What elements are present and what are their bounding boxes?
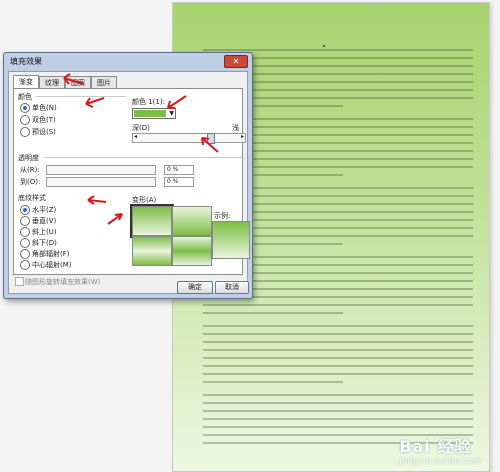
- colors-group-label: 颜色: [18, 93, 32, 101]
- transparency-from-spinner[interactable]: 0 %: [164, 165, 194, 175]
- chevron-right-icon: ▸: [240, 133, 244, 140]
- cancel-button[interactable]: 取消: [215, 281, 249, 294]
- transparency-from-label: 从(R):: [20, 166, 40, 174]
- one-color-radio[interactable]: [20, 103, 30, 113]
- light-label: 浅: [232, 124, 239, 132]
- dark-label: 深(D): [132, 124, 150, 132]
- transparency-from-slider[interactable]: [46, 165, 156, 175]
- variant-2[interactable]: [172, 206, 212, 236]
- document-text-line: [203, 349, 473, 351]
- watermark-url: jingyan.baidu.com: [399, 457, 481, 465]
- variant-1[interactable]: [130, 204, 174, 238]
- shading-center-radio[interactable]: [20, 260, 30, 270]
- chevron-left-icon: ◂: [134, 133, 138, 140]
- close-button[interactable]: ✕: [224, 55, 248, 68]
- shading-center-label: 中心辐射(M): [32, 261, 72, 269]
- variant-4[interactable]: [172, 236, 212, 266]
- chevron-down-icon: ▼: [169, 110, 174, 117]
- brightness-slider[interactable]: ◂ ▸: [132, 133, 246, 144]
- dialog-body: 渐变 纹理 图案 图片 颜色 单色(N) 双色(T) 预设(S) 颜色 1(1)…: [8, 71, 250, 294]
- ok-button[interactable]: 确定: [177, 281, 213, 294]
- transparency-to-slider[interactable]: [46, 177, 156, 187]
- document-text-line: [203, 402, 473, 404]
- shading-diag-down-radio[interactable]: [20, 238, 30, 248]
- document-text-line: [203, 312, 343, 314]
- transparency-to-label: 到(O):: [20, 178, 41, 186]
- sample-label: 示例:: [214, 212, 231, 220]
- page-marker: [323, 45, 325, 47]
- variants-label: 变形(A): [132, 196, 157, 204]
- shading-diag-down-label: 斜下(D): [32, 239, 57, 247]
- watermark-text: Bai 经验: [399, 437, 472, 456]
- preset-label: 预设(S): [32, 128, 56, 136]
- document-text-line: [203, 426, 473, 428]
- shading-vertical-radio[interactable]: [20, 216, 30, 226]
- tab-gradient[interactable]: 渐变: [13, 75, 39, 89]
- color1-label: 颜色 1(1):: [132, 98, 165, 106]
- fill-effects-dialog: 填充效果 ✕ 渐变 纹理 图案 图片 颜色 单色(N) 双色(T) 预设(S) …: [3, 52, 253, 299]
- document-text-line: [203, 304, 473, 306]
- shading-corner-label: 角部辐射(F): [32, 250, 70, 258]
- two-colors-radio[interactable]: [20, 115, 30, 125]
- rotate-with-shape-label: 随图形旋转填充效果(W): [25, 278, 101, 286]
- color1-swatch: [134, 110, 166, 117]
- preset-radio[interactable]: [20, 127, 30, 137]
- shading-horizontal-label: 水平(Z): [32, 206, 57, 214]
- rotate-with-shape-checkbox[interactable]: [15, 277, 24, 286]
- transparency-group-label: 透明度: [18, 154, 39, 162]
- transparency-group-divider: [44, 157, 244, 158]
- document-text-line: [203, 418, 473, 420]
- document-text-line: [203, 381, 343, 383]
- transparency-to-spinner[interactable]: 0 %: [164, 177, 194, 187]
- gradient-panel: 颜色 单色(N) 双色(T) 预设(S) 颜色 1(1): ▼ 深(D) 浅 ◂…: [13, 88, 250, 275]
- two-colors-label: 双色(T): [32, 116, 56, 124]
- document-text-line: [203, 341, 473, 343]
- document-text-line: [203, 357, 473, 359]
- document-text-line: [203, 373, 473, 375]
- document-text-line: [203, 325, 473, 327]
- document-text-line: [203, 49, 473, 51]
- document-text-line: [203, 333, 473, 335]
- dialog-titlebar[interactable]: 填充效果 ✕: [4, 53, 252, 69]
- shading-vertical-label: 垂直(V): [32, 217, 57, 225]
- shading-horizontal-radio[interactable]: [20, 205, 30, 215]
- shading-diag-up-radio[interactable]: [20, 227, 30, 237]
- one-color-label: 单色(N): [32, 104, 57, 112]
- dialog-title: 填充效果: [10, 57, 42, 66]
- document-text-line: [203, 394, 473, 396]
- baidu-jingyan-watermark: Bai 经验 jingyan.baidu.com: [399, 433, 481, 465]
- variant-3[interactable]: [132, 236, 172, 266]
- document-text-line: [203, 365, 473, 367]
- document-text-line: [203, 410, 473, 412]
- shading-corner-radio[interactable]: [20, 249, 30, 259]
- brightness-slider-thumb[interactable]: [207, 133, 215, 144]
- shading-group-label: 底纹样式: [18, 194, 46, 202]
- colors-group-divider: [36, 96, 126, 97]
- color1-dropdown[interactable]: ▼: [132, 108, 176, 119]
- shading-diag-up-label: 斜上(U): [32, 228, 57, 236]
- sample-preview: [212, 221, 250, 259]
